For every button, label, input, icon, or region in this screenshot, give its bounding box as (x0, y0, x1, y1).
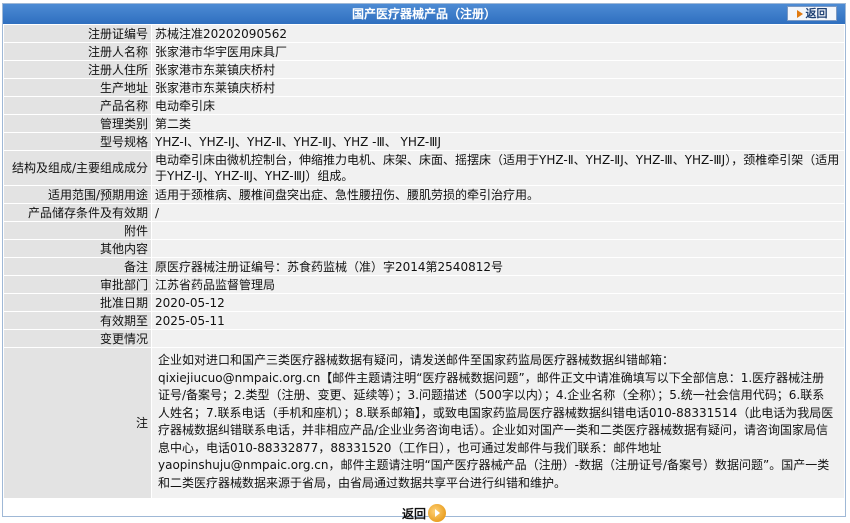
arrow-right-icon (796, 9, 803, 18)
table-row: 型号规格 YHZ-Ⅰ、YHZ-ⅠJ、YHZ-Ⅱ、YHZ-ⅡJ、YHZ -Ⅲ、 Y… (3, 132, 845, 151)
row-label: 适用范围/预期用途 (3, 185, 152, 204)
row-value: 原医疗器械注册证编号：苏食药监械（准）字2014第2540812号 (151, 257, 845, 276)
row-value: 张家港市华宇医用床具厂 (151, 42, 845, 61)
row-label: 备注 (3, 257, 152, 276)
row-label: 产品名称 (3, 96, 152, 115)
info-table: 注册证编号 苏械注准20202090562 注册人名称 张家港市华宇医用床具厂 … (3, 24, 845, 499)
row-value (151, 221, 845, 240)
row-value: 第二类 (151, 114, 845, 133)
row-label: 批准日期 (3, 293, 152, 312)
row-label: 注册证编号 (3, 24, 152, 43)
note-row: 注 企业如对进口和国产三类医疗器械数据有疑问，请发送邮件至国家药监局医疗器械数据… (3, 347, 845, 499)
table-row: 有效期至 2025-05-11 (3, 311, 845, 330)
table-row: 批准日期 2020-05-12 (3, 293, 845, 312)
footer: 返回 (3, 499, 845, 523)
back-button-top-label: 返回 (805, 7, 828, 20)
table-row: 生产地址 张家港市东莱镇庆桥村 (3, 78, 845, 97)
row-value (151, 329, 845, 348)
row-value: 苏械注准20202090562 (151, 24, 845, 43)
row-label: 注册人住所 (3, 60, 152, 79)
table-row: 审批部门 江苏省药品监督管理局 (3, 275, 845, 294)
play-circle-icon (428, 504, 446, 522)
row-value: / (151, 203, 845, 222)
table-row: 其他内容 (3, 239, 845, 258)
title-bar: 国产医疗器械产品（注册） 返回 (3, 4, 845, 24)
back-button-bottom[interactable]: 返回 (402, 503, 446, 523)
row-label: 型号规格 (3, 132, 152, 151)
row-value: YHZ-Ⅰ、YHZ-ⅠJ、YHZ-Ⅱ、YHZ-ⅡJ、YHZ -Ⅲ、 YHZ-ⅢJ (151, 132, 845, 151)
row-value: 电动牵引床由微机控制台，伸缩推力电机、床架、床面、摇摆床（适用于YHZ-Ⅱ、YH… (151, 150, 845, 186)
row-value: 电动牵引床 (151, 96, 845, 115)
row-label: 产品储存条件及有效期 (3, 203, 152, 222)
note-label: 注 (3, 347, 152, 499)
table-row: 备注 原医疗器械注册证编号：苏食药监械（准）字2014第2540812号 (3, 257, 845, 276)
table-row: 注册人住所 张家港市东莱镇庆桥村 (3, 60, 845, 79)
row-label: 生产地址 (3, 78, 152, 97)
row-value (151, 239, 845, 258)
table-row: 注册证编号 苏械注准20202090562 (3, 24, 845, 43)
table-row: 产品名称 电动牵引床 (3, 96, 845, 115)
table-row: 结构及组成/主要组成成分 电动牵引床由微机控制台，伸缩推力电机、床架、床面、摇摆… (3, 150, 845, 186)
table-row: 管理类别 第二类 (3, 114, 845, 133)
table-row: 适用范围/预期用途 适用于颈椎病、腰椎间盘突出症、急性腰扭伤、腰肌劳损的牵引治疗… (3, 185, 845, 204)
row-label: 结构及组成/主要组成成分 (3, 150, 152, 186)
row-label: 管理类别 (3, 114, 152, 133)
table-row: 附件 (3, 221, 845, 240)
row-value: 2025-05-11 (151, 311, 845, 330)
table-row: 变更情况 (3, 329, 845, 348)
row-value: 张家港市东莱镇庆桥村 (151, 60, 845, 79)
note-text: 企业如对进口和国产三类医疗器械数据有疑问，请发送邮件至国家药监局医疗器械数据纠错… (151, 347, 845, 499)
detail-panel: 国产医疗器械产品（注册） 返回 注册证编号 苏械注准20202090562 注册… (2, 3, 846, 522)
row-label: 注册人名称 (3, 42, 152, 61)
row-value: 2020-05-12 (151, 293, 845, 312)
row-value: 江苏省药品监督管理局 (151, 275, 845, 294)
page-title: 国产医疗器械产品（注册） (351, 7, 496, 21)
back-button-top[interactable]: 返回 (787, 6, 837, 21)
row-label: 其他内容 (3, 239, 152, 258)
row-label: 变更情况 (3, 329, 152, 348)
back-button-bottom-label: 返回 (401, 506, 426, 521)
row-label: 有效期至 (3, 311, 152, 330)
row-value: 张家港市东莱镇庆桥村 (151, 78, 845, 97)
table-row: 注册人名称 张家港市华宇医用床具厂 (3, 42, 845, 61)
row-label: 附件 (3, 221, 152, 240)
row-value: 适用于颈椎病、腰椎间盘突出症、急性腰扭伤、腰肌劳损的牵引治疗用。 (151, 185, 845, 204)
table-row: 产品储存条件及有效期 / (3, 203, 845, 222)
row-label: 审批部门 (3, 275, 152, 294)
